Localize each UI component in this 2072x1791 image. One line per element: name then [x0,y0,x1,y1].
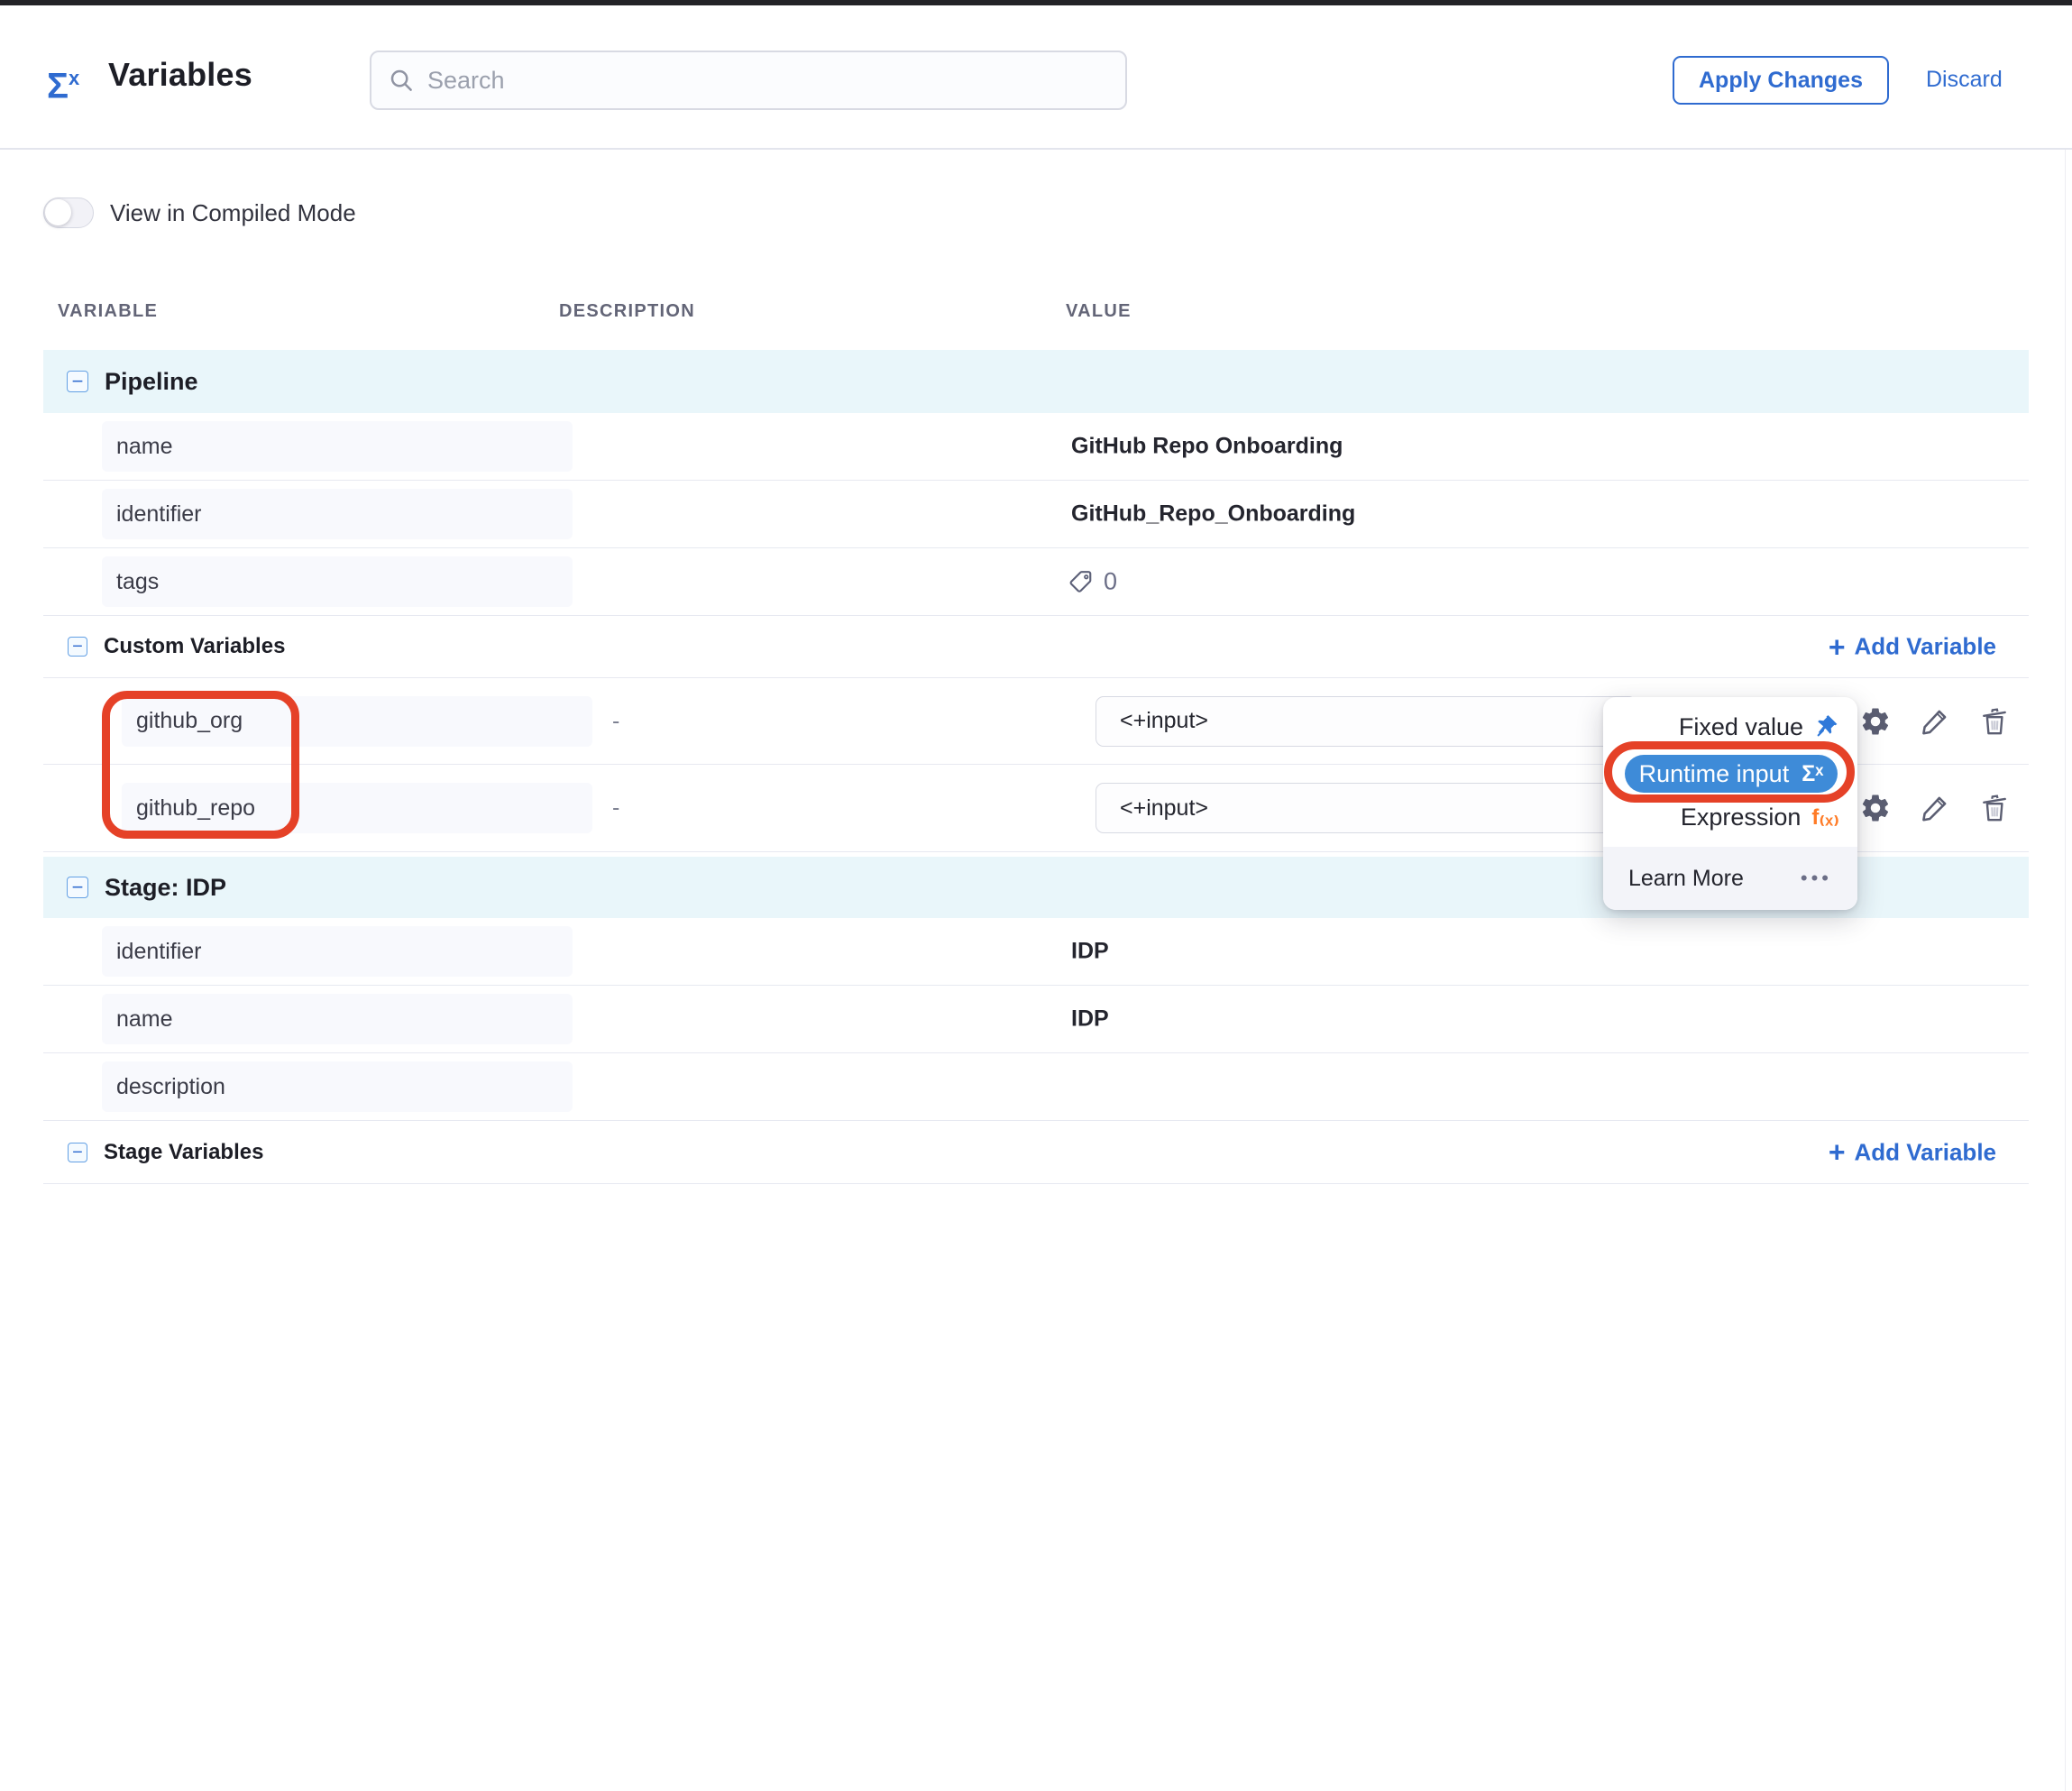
menu-footer: Learn More ••• [1603,847,1857,910]
scrollbar-track[interactable] [2065,86,2066,1791]
more-options-dots-icon[interactable]: ••• [1801,867,1832,890]
stage-variables-title: Stage Variables [104,1140,263,1165]
page-title: Variables [108,56,252,94]
collapse-pipeline-icon[interactable]: − [67,371,88,392]
trash-icon [1978,705,2011,738]
column-header-description: DESCRIPTION [559,301,695,322]
toggle-knob [45,199,71,225]
column-header-value: VALUE [1066,301,1132,322]
pencil-icon [1919,705,1951,738]
apply-changes-button[interactable]: Apply Changes [1673,56,1889,105]
panel-header: Σx Variables Apply Changes Discard [0,5,2072,150]
pipeline-section-title: Pipeline [105,368,198,396]
github-org-value-input[interactable]: <+input> [1096,696,1637,747]
expression-label: Expression [1681,804,1802,831]
table-row-stage-description: description [43,1053,2029,1121]
github-repo-description: - [612,795,619,822]
stage-identifier-value: IDP [1071,939,1109,965]
variable-name-value: GitHub Repo Onboarding [1071,434,1343,460]
github-org-edit-button[interactable] [1919,705,1951,738]
variables-panel: Σx Variables Apply Changes Discard View … [0,0,2072,1791]
runtime-input-label: Runtime input [1639,760,1790,788]
github-org-label: github_org [122,696,592,747]
add-variable-label: Add Variable [1855,633,1997,661]
stage-name-label: name [102,994,573,1044]
compiled-mode-label: View in Compiled Mode [110,199,356,227]
table-row-identifier: identifier GitHub_Repo_Onboarding [43,481,2029,548]
discard-button[interactable]: Discard [1926,67,2003,93]
menu-item-runtime-input[interactable]: Runtime input Σˣ [1625,755,1838,793]
collapse-stage-variables-icon[interactable]: − [68,1143,87,1162]
tag-icon [1068,568,1095,595]
pencil-icon [1919,792,1951,824]
stage-identifier-label: identifier [102,926,573,977]
plus-icon: + [1829,635,1846,658]
learn-more-link[interactable]: Learn More [1628,866,1744,892]
tag-count: 0 [1104,568,1117,596]
github-repo-label: github_repo [122,783,592,833]
gear-icon [1859,705,1892,738]
add-variable-button[interactable]: + Add Variable [1829,633,1996,661]
plus-icon: + [1829,1141,1846,1164]
custom-variables-row: − Custom Variables + Add Variable [43,616,2029,678]
table-row-stage-identifier: identifier IDP [43,918,2029,986]
variable-identifier-value: GitHub_Repo_Onboarding [1071,501,1355,528]
fx-icon: f₍ₓ₎ [1811,804,1839,831]
stage-section-title: Stage: IDP [105,874,226,902]
github-repo-settings-button[interactable] [1859,792,1892,824]
pin-icon [1814,714,1839,739]
search-box[interactable] [370,51,1127,110]
column-header-variable: VARIABLE [58,301,158,322]
menu-item-fixed-value[interactable]: Fixed value [1603,708,1857,746]
trash-icon [1978,792,2011,824]
runtime-sigma-icon: Σˣ [1802,761,1823,787]
variable-identifier-label: identifier [102,489,573,539]
value-type-menu: Fixed value Runtime input Σˣ Expression … [1603,697,1857,910]
table-row-stage-name: name IDP [43,986,2029,1053]
add-stage-variable-label: Add Variable [1855,1138,1997,1166]
variable-name-label: name [102,421,573,472]
tags-value: 0 [1068,568,1117,596]
fixed-value-label: Fixed value [1679,713,1803,741]
add-stage-variable-button[interactable]: + Add Variable [1829,1138,1996,1166]
table-row-name: name GitHub Repo Onboarding [43,413,2029,481]
compiled-mode-row: View in Compiled Mode [43,195,356,231]
github-org-delete-button[interactable] [1978,705,2011,738]
github-repo-delete-button[interactable] [1978,792,2011,824]
stage-name-value: IDP [1071,1006,1109,1033]
collapse-custom-variables-icon[interactable]: − [68,637,87,657]
search-icon [388,67,415,94]
compiled-mode-toggle[interactable] [43,197,94,228]
github-org-settings-button[interactable] [1859,705,1892,738]
menu-item-expression[interactable]: Expression f₍ₓ₎ [1603,798,1857,836]
collapse-stage-icon[interactable]: − [67,877,88,898]
pipeline-section-row: − Pipeline [43,350,2029,413]
github-org-description: - [612,708,619,734]
github-repo-edit-button[interactable] [1919,792,1951,824]
stage-description-label: description [102,1061,573,1112]
gear-icon [1859,792,1892,824]
search-input[interactable] [427,67,1109,95]
variables-sigma-icon: Σx [47,58,79,106]
variable-tags-label: tags [102,556,573,607]
github-repo-value-input[interactable]: <+input> [1096,783,1637,833]
stage-variables-row: − Stage Variables + Add Variable [43,1121,2029,1184]
table-row-tags: tags 0 [43,548,2029,616]
custom-variables-title: Custom Variables [104,634,285,659]
